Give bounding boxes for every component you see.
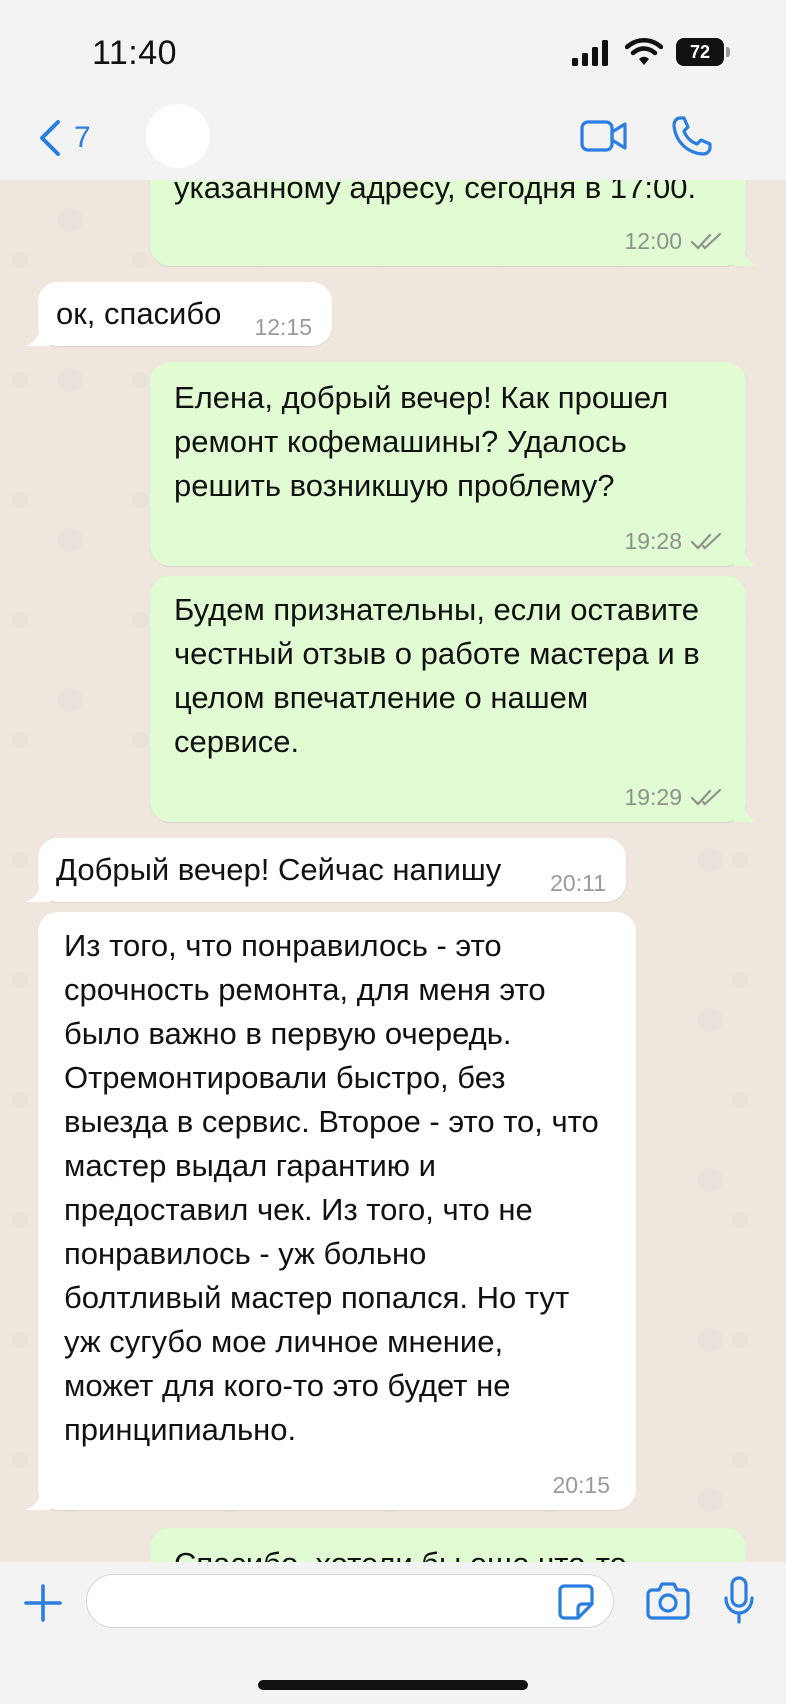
message-bubble-incoming[interactable]: Добрый вечер! Сейчас напишу 20:11 <box>26 838 626 902</box>
bubble-tail <box>734 246 758 266</box>
message-list[interactable]: указанному адресу, сегодня в 17:00. 12:0… <box>0 0 786 1562</box>
camera-icon[interactable] <box>646 1580 690 1620</box>
cellular-signal-icon <box>572 40 608 66</box>
message-meta: 20:15 <box>552 1472 610 1498</box>
avatar[interactable] <box>146 104 210 168</box>
double-check-icon <box>690 532 722 550</box>
top-bar: 11:40 72 7 <box>0 0 786 180</box>
phone-icon[interactable] <box>670 114 714 158</box>
message-text: Из того, что понравилось - это срочность… <box>64 928 599 1447</box>
microphone-icon[interactable] <box>722 1576 756 1626</box>
double-check-icon <box>690 232 722 250</box>
bubble-tail <box>26 882 50 902</box>
bubble-tail <box>734 802 758 822</box>
message-text: Елена, добрый вечер! Как прошел ремонт к… <box>174 380 669 503</box>
message-text: ок, спасибо <box>56 296 222 331</box>
double-check-icon <box>690 788 722 806</box>
message-time: 19:28 <box>624 528 682 554</box>
wifi-icon <box>625 38 663 65</box>
message-bubble-outgoing[interactable]: Будем признательны, если оставите честны… <box>150 576 758 822</box>
message-time: 20:11 <box>550 870 606 896</box>
unread-count: 7 <box>74 121 91 154</box>
home-indicator <box>258 1680 528 1690</box>
status-time: 11:40 <box>92 34 178 72</box>
sticker-icon[interactable] <box>556 1582 596 1622</box>
message-meta: 12:00 <box>624 228 724 254</box>
message-text: Спасибо, хотели бы еще что-то <box>174 1542 734 1562</box>
message-time: 19:29 <box>624 784 682 810</box>
message-time: 12:00 <box>624 228 682 254</box>
message-meta: 12:15 <box>254 314 312 340</box>
message-meta: 19:29 <box>624 784 724 810</box>
message-input[interactable] <box>86 1574 614 1628</box>
battery-icon: 72 <box>676 38 730 66</box>
message-bubble-outgoing[interactable]: Елена, добрый вечер! Как прошел ремонт к… <box>150 362 758 566</box>
chevron-left-icon <box>40 120 60 156</box>
message-bubble-incoming[interactable]: ок, спасибо 12:15 <box>26 282 332 346</box>
message-time: 12:15 <box>254 314 312 340</box>
video-camera-icon[interactable] <box>580 116 628 156</box>
bubble-tail <box>734 546 758 566</box>
composer-bar <box>0 1562 786 1704</box>
battery-level: 72 <box>689 41 711 62</box>
message-meta: 19:28 <box>624 528 724 554</box>
message-bubble-outgoing[interactable]: Спасибо, хотели бы еще что-то <box>150 1528 746 1562</box>
plus-icon[interactable] <box>22 1582 64 1624</box>
message-meta: 20:11 <box>550 870 606 896</box>
message-time: 20:15 <box>552 1472 610 1498</box>
message-text: Добрый вечер! Сейчас напишу <box>56 852 502 887</box>
back-button[interactable]: 7 <box>36 112 91 164</box>
message-bubble-incoming[interactable]: Из того, что понравилось - это срочность… <box>26 912 636 1510</box>
bubble-tail <box>26 1490 50 1510</box>
message-text: Будем признательны, если оставите честны… <box>174 592 700 759</box>
bubble-tail <box>26 326 50 346</box>
